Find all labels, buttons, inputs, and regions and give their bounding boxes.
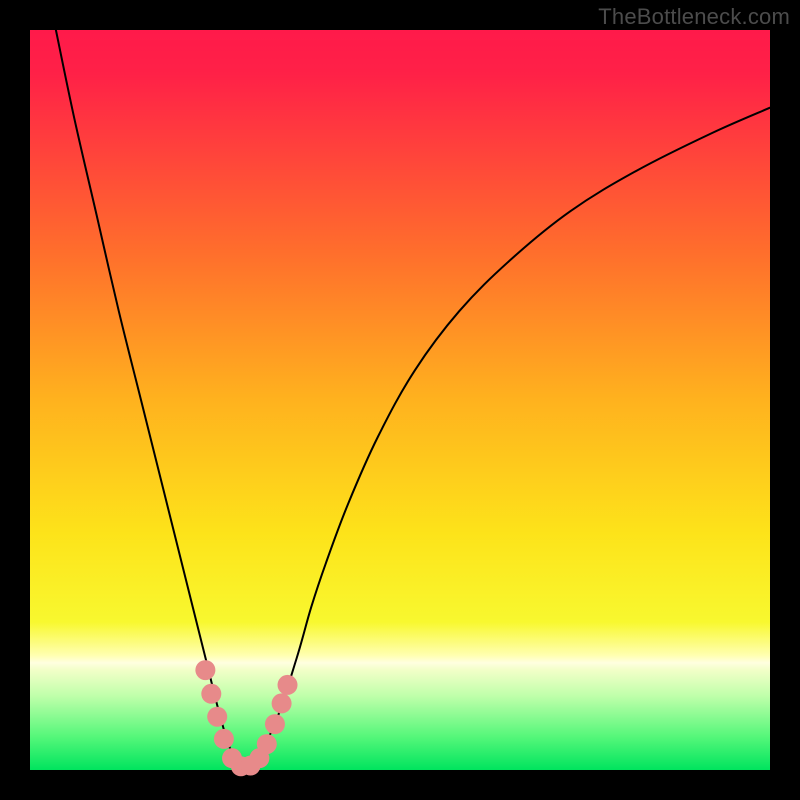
curve-marker: [207, 707, 227, 727]
curve-marker: [278, 675, 298, 695]
watermark-text: TheBottleneck.com: [598, 4, 790, 30]
curve-marker: [195, 660, 215, 680]
curve-marker: [214, 729, 234, 749]
chart-frame: TheBottleneck.com: [0, 0, 800, 800]
bottleneck-chart: [0, 0, 800, 800]
curve-marker: [265, 714, 285, 734]
curve-marker: [257, 734, 277, 754]
curve-marker: [201, 684, 221, 704]
curve-marker: [272, 693, 292, 713]
